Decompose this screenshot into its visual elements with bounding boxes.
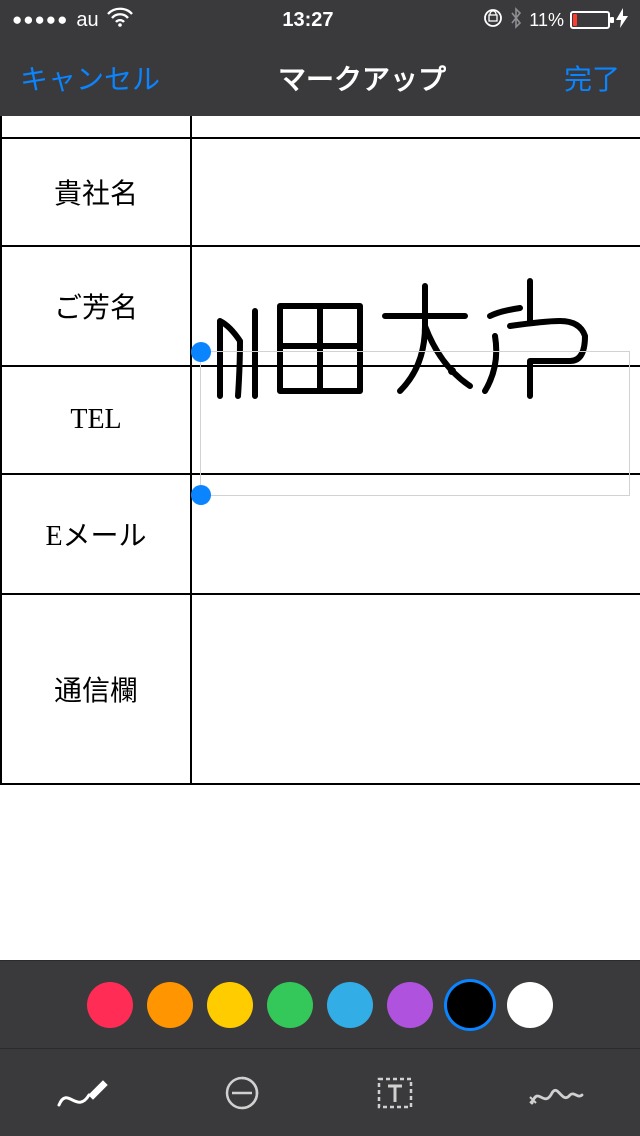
table-row: ご芳名: [1, 246, 640, 366]
form-table: 貴社名 ご芳名 TEL Eメール 通信欄: [0, 116, 640, 785]
row-label: ご芳名: [1, 246, 191, 366]
markup-tool-bar: [0, 1048, 640, 1136]
color-swatch-orange[interactable]: [147, 982, 193, 1028]
document-canvas[interactable]: 貴社名 ご芳名 TEL Eメール 通信欄: [0, 116, 640, 960]
row-label: 通信欄: [1, 594, 191, 784]
row-value: [191, 594, 640, 784]
row-value: [191, 246, 640, 366]
color-swatch-green[interactable]: [267, 982, 313, 1028]
color-swatch-blue[interactable]: [327, 982, 373, 1028]
page-title: マークアップ: [278, 58, 446, 98]
pen-tool-button[interactable]: [57, 1075, 109, 1111]
battery-pct-label: 11%: [529, 10, 564, 31]
color-palette-bar: [0, 960, 640, 1048]
color-swatch-red[interactable]: [87, 982, 133, 1028]
signal-dots-icon: ●●●●●: [12, 10, 68, 30]
carrier-label: au: [76, 9, 98, 32]
row-value: [191, 366, 640, 474]
row-value: [191, 138, 640, 246]
text-tool-button[interactable]: [375, 1073, 415, 1113]
row-value: [191, 474, 640, 594]
rotation-lock-icon: [483, 8, 503, 33]
table-row: TEL: [1, 366, 640, 474]
cancel-button[interactable]: キャンセル: [20, 58, 160, 98]
nav-bar: キャンセル マークアップ 完了: [0, 40, 640, 116]
charging-icon: [616, 8, 628, 33]
bluetooth-icon: [509, 7, 523, 34]
table-row: [1, 116, 640, 138]
color-swatch-yellow[interactable]: [207, 982, 253, 1028]
status-bar: ●●●●● au 13:27 11%: [0, 0, 640, 40]
color-swatch-black[interactable]: [447, 982, 493, 1028]
color-swatch-white[interactable]: [507, 982, 553, 1028]
table-row: 通信欄: [1, 594, 640, 784]
wifi-icon: [107, 7, 133, 33]
signature-tool-button[interactable]: [528, 1075, 584, 1111]
color-swatch-purple[interactable]: [387, 982, 433, 1028]
row-label: TEL: [1, 366, 191, 474]
battery-icon: [570, 11, 610, 29]
magnifier-tool-button[interactable]: [222, 1073, 262, 1113]
row-label: Eメール: [1, 474, 191, 594]
clock-label: 13:27: [133, 9, 484, 32]
row-label: 貴社名: [1, 138, 191, 246]
table-row: Eメール: [1, 474, 640, 594]
done-button[interactable]: 完了: [564, 58, 620, 98]
table-row: 貴社名: [1, 138, 640, 246]
